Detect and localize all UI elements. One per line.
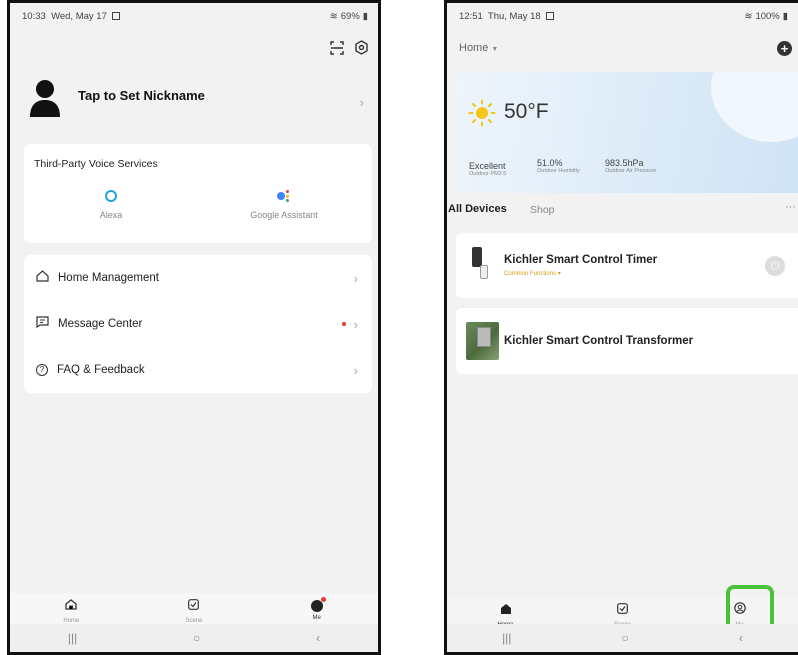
menu-card: Home Management › Message Center › ? FAQ… <box>24 255 372 393</box>
me-profile-icon <box>310 596 326 612</box>
menu-item-faq-feedback[interactable]: ? FAQ & Feedback › <box>24 347 372 393</box>
tab-label: Me <box>312 614 321 621</box>
more-options-icon[interactable]: ··· <box>785 201 796 213</box>
android-nav-bar: ||| ○ ‹ <box>447 624 798 652</box>
back-icon[interactable]: ‹ <box>739 631 743 645</box>
weather-stat-humidity: 51.0% Outdoor Humidity <box>537 158 580 174</box>
stat-label: Outdoor PM2.5 <box>469 171 507 177</box>
battery-icon: ▮ <box>362 11 368 22</box>
cloud-decoration <box>711 72 798 142</box>
unread-dot <box>342 322 346 326</box>
weather-card: 50°F Excellent Outdoor PM2.5 51.0% Outdo… <box>456 72 798 193</box>
device-name: Kichler Smart Control Transformer <box>504 335 694 347</box>
avatar <box>29 79 61 117</box>
status-time: 10:33 <box>22 11 46 22</box>
help-icon: ? <box>36 364 48 376</box>
battery-level: 100% <box>755 11 780 22</box>
scene-checkbox-icon <box>188 597 200 615</box>
nickname-label: Tap to Set Nickname <box>78 88 205 103</box>
home-tab-icon <box>65 597 77 615</box>
home-circle-icon[interactable]: ○ <box>193 631 200 645</box>
google-assistant-label: Google Assistant <box>250 210 318 220</box>
calendar-icon <box>545 12 554 20</box>
tab-shop[interactable]: Shop <box>530 204 555 216</box>
recents-icon[interactable]: ||| <box>502 631 511 645</box>
stat-label: Outdoor Air Pressure <box>605 168 657 174</box>
scene-checkbox-icon <box>617 601 628 619</box>
menu-item-label: Message Center <box>58 318 143 330</box>
weather-stat-pressure: 983.5hPa Outdoor Air Pressure <box>605 158 656 174</box>
profile-row[interactable]: Tap to Set Nickname › <box>10 79 378 119</box>
device-card-timer[interactable]: Kichler Smart Control Timer Common Funct… <box>456 233 798 298</box>
stat-value: Excellent <box>469 161 506 171</box>
temperature: 50°F <box>504 100 549 123</box>
google-assistant-service[interactable]: Google Assistant <box>244 190 324 220</box>
tab-label: Scene <box>185 617 203 624</box>
chevron-right-icon: › <box>353 362 358 378</box>
home-selector-label: Home <box>459 42 489 54</box>
settings-gear-icon[interactable] <box>354 40 369 55</box>
scan-icon[interactable] <box>330 41 344 55</box>
add-device-icon[interactable]: + <box>777 41 792 56</box>
alexa-label: Alexa <box>99 210 123 220</box>
status-bar: 12:51 Thu, May 18 ≋ 100% ▮ <box>459 11 788 22</box>
battery-icon: ▮ <box>782 11 788 22</box>
chevron-right-icon: › <box>353 270 358 286</box>
notification-badge <box>320 596 326 602</box>
menu-item-label: Home Management <box>58 272 159 284</box>
device-name: Kichler Smart Control Timer <box>504 254 658 266</box>
wifi-icon: ≋ <box>329 11 338 22</box>
voice-services-title: Third-Party Voice Services <box>34 158 158 170</box>
home-circle-icon[interactable]: ○ <box>622 631 629 645</box>
menu-item-label: FAQ & Feedback <box>57 364 145 376</box>
tab-me[interactable]: Me <box>287 596 347 621</box>
home-selector[interactable]: Home ▼ <box>459 42 498 54</box>
message-icon <box>36 315 49 333</box>
transformer-device-image <box>466 322 499 360</box>
sun-icon <box>468 99 496 127</box>
home-tab-icon <box>500 601 512 619</box>
tab-home[interactable]: Home <box>41 597 101 624</box>
stat-label: Outdoor Humidity <box>537 168 580 174</box>
chevron-right-icon: › <box>353 316 358 332</box>
bottom-tab-bar: Home Scene Me <box>10 593 378 627</box>
phone-home-screen: 12:51 Thu, May 18 ≋ 100% ▮ Home ▼ + 50°F E… <box>444 0 798 655</box>
weather-stat-pm25: Excellent Outdoor PM2.5 <box>469 161 506 177</box>
status-date: Wed, May 17 <box>51 11 107 22</box>
status-time: 12:51 <box>459 11 483 22</box>
house-outline-icon <box>36 269 49 287</box>
tab-all-devices[interactable]: All Devices <box>448 203 507 215</box>
voice-services-card: Third-Party Voice Services Alexa Google … <box>24 144 372 243</box>
google-assistant-icon <box>277 190 291 202</box>
status-bar: 10:33 Wed, May 17 ≋ 69% ▮ <box>22 11 368 22</box>
stat-value: 983.5hPa <box>605 158 644 168</box>
power-button-icon[interactable]: ⏻ <box>765 256 785 276</box>
wifi-icon: ≋ <box>744 11 753 22</box>
back-icon[interactable]: ‹ <box>316 631 320 645</box>
menu-item-home-management[interactable]: Home Management › <box>24 255 372 301</box>
chevron-right-icon: › <box>359 95 364 110</box>
battery-level: 69% <box>340 11 360 22</box>
alexa-icon <box>105 190 117 202</box>
timer-device-image <box>470 247 490 283</box>
android-nav-bar: ||| ○ ‹ <box>10 624 378 652</box>
device-subtitle[interactable]: Common Functions ▾ <box>504 270 561 277</box>
tab-label: Home <box>63 617 80 624</box>
tab-scene[interactable]: Scene <box>164 597 224 624</box>
caret-down-icon: ▼ <box>491 46 499 53</box>
recents-icon[interactable]: ||| <box>68 631 77 645</box>
status-date: Thu, May 18 <box>487 11 541 22</box>
phone-me-screen: 10:33 Wed, May 17 ≋ 69% ▮ Tap to Set Nickn… <box>7 0 381 655</box>
menu-item-message-center[interactable]: Message Center › <box>24 301 372 347</box>
calendar-icon <box>111 12 120 20</box>
alexa-service[interactable]: Alexa <box>81 190 141 220</box>
device-card-transformer[interactable]: Kichler Smart Control Transformer <box>456 308 798 374</box>
stat-value: 51.0% <box>537 158 563 168</box>
